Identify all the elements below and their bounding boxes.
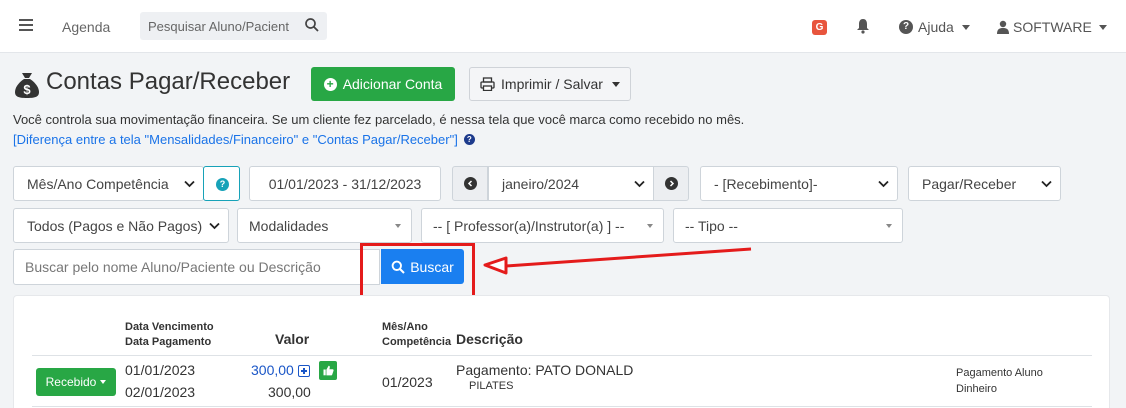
printer-icon [480,77,495,91]
dropdown-arrow-icon [647,224,653,228]
header-competencia-1: Mês/Ano [382,321,428,333]
period-help-button[interactable]: ? [203,166,240,201]
receipt-value: - [Recebimento]- [714,175,818,192]
period-type-value: Mês/Ano Competência [27,175,169,192]
print-save-label: Imprimir / Salvar [501,76,603,92]
search-input[interactable]: Buscar pelo nome Aluno/Paciente ou Descr… [13,249,380,285]
chevron-down-icon [611,81,620,87]
difference-link[interactable]: [Diferença entre a tela "Mensalidades/Fi… [13,132,458,147]
modalidade-value: PILATES [469,380,514,392]
money-bag-icon: $ [15,73,39,98]
header-descricao: Descrição [456,331,523,347]
global-search-input[interactable]: Pesquisar Aluno/Pacient [140,12,327,40]
add-account-button[interactable]: + Adicionar Conta [311,67,455,101]
question-icon[interactable]: ? [463,134,475,145]
date-range-value: 01/01/2023 - 31/12/2023 [268,175,422,192]
month-select[interactable]: janeiro/2024 [488,166,654,201]
modalidades-value: Modalidades [249,217,329,234]
header-valor: Valor [275,331,310,347]
header-competencia-2: Competência [382,336,452,348]
dropdown-arrow-icon [395,224,401,228]
page-description: Você controla sua movimentação financeir… [13,112,745,127]
difference-help: [Diferença entre a tela "Mensalidades/Fi… [13,132,475,147]
chevron-right-icon [664,177,678,190]
bell-icon[interactable] [856,18,870,34]
period-type-select[interactable]: Mês/Ano Competência [13,166,204,201]
paid-amount: 300,00 [268,384,311,400]
question-icon: ? [216,178,229,191]
tipo-line2: Dinheiro [956,383,997,395]
status-dropdown-button[interactable]: Recebido [36,368,116,396]
payment-date: 02/01/2023 [125,384,196,400]
pagar-receber-select[interactable]: Pagar/Receber [908,166,1061,201]
user-menu[interactable]: SOFTWARE [997,19,1107,35]
help-menu[interactable]: ? Ajuda [899,19,970,35]
payment-status-value: Todos (Pagos e Não Pagos) [27,217,203,234]
chevron-down-icon [1041,180,1052,188]
chevron-down-icon [634,180,645,188]
user-name: SOFTWARE [1013,19,1092,35]
accounts-table: Data Vencimento Data Pagamento Valor Mês… [13,295,1110,408]
print-save-button[interactable]: Imprimir / Salvar [469,67,631,101]
chevron-down-icon [209,222,220,230]
top-navbar: Agenda Pesquisar Aluno/Pacient G ? Ajuda… [0,0,1126,53]
chevron-down-icon [878,180,889,188]
dropdown-arrow-icon [886,224,892,228]
header-pagamento: Data Pagamento [125,336,212,348]
nav-agenda-link[interactable]: Agenda [62,19,110,35]
question-icon: ? [899,20,913,34]
date-range-input[interactable]: 01/01/2023 - 31/12/2023 [249,166,441,201]
chevron-left-icon [463,177,477,190]
plus-square-icon[interactable] [298,365,310,377]
professor-select[interactable]: -- [ Professor(a)/Instrutor(a) ] -- [421,208,664,243]
g-extension-icon[interactable]: G [812,20,827,35]
highlight-box [360,243,475,299]
amount-link[interactable]: 300,00 [251,362,294,378]
header-vencimento: Data Vencimento [125,321,214,333]
chevron-down-icon [100,380,107,384]
user-icon [997,20,1009,34]
page-title: Contas Pagar/Receber [46,68,291,95]
description-value: Pagamento: PATO DONALD [456,362,634,378]
month-value: janeiro/2024 [502,175,580,192]
chevron-down-icon [1098,24,1107,30]
tipo-select[interactable]: -- Tipo -- [673,208,903,243]
due-date: 01/01/2023 [125,362,196,378]
plus-circle-icon: + [323,77,337,91]
chevron-down-icon [961,24,970,30]
svg-text:$: $ [23,82,31,97]
row-divider [32,406,1092,407]
add-account-label: Adicionar Conta [342,76,443,92]
thumbs-up-icon[interactable] [319,361,337,380]
pagar-receber-value: Pagar/Receber [922,175,1017,192]
tipo-line1: Pagamento Aluno [956,367,1043,379]
payment-status-select[interactable]: Todos (Pagos e Não Pagos) [13,208,229,243]
menu-icon[interactable] [19,19,33,33]
global-search-placeholder: Pesquisar Aluno/Pacient [148,19,289,34]
header-divider [32,355,1092,356]
next-month-button[interactable] [653,166,689,201]
modalidades-select[interactable]: Modalidades [237,208,412,243]
competencia-value: 01/2023 [382,374,433,390]
chevron-down-icon [184,180,195,188]
professor-value: -- [ Professor(a)/Instrutor(a) ] -- [433,217,625,234]
tipo-value: -- Tipo -- [685,217,738,234]
prev-month-button[interactable] [452,166,488,201]
status-label: Recebido [45,375,97,389]
help-label: Ajuda [918,19,954,35]
search-placeholder: Buscar pelo nome Aluno/Paciente ou Descr… [25,259,321,275]
receipt-select[interactable]: - [Recebimento]- [700,166,898,201]
search-icon[interactable] [304,17,320,33]
